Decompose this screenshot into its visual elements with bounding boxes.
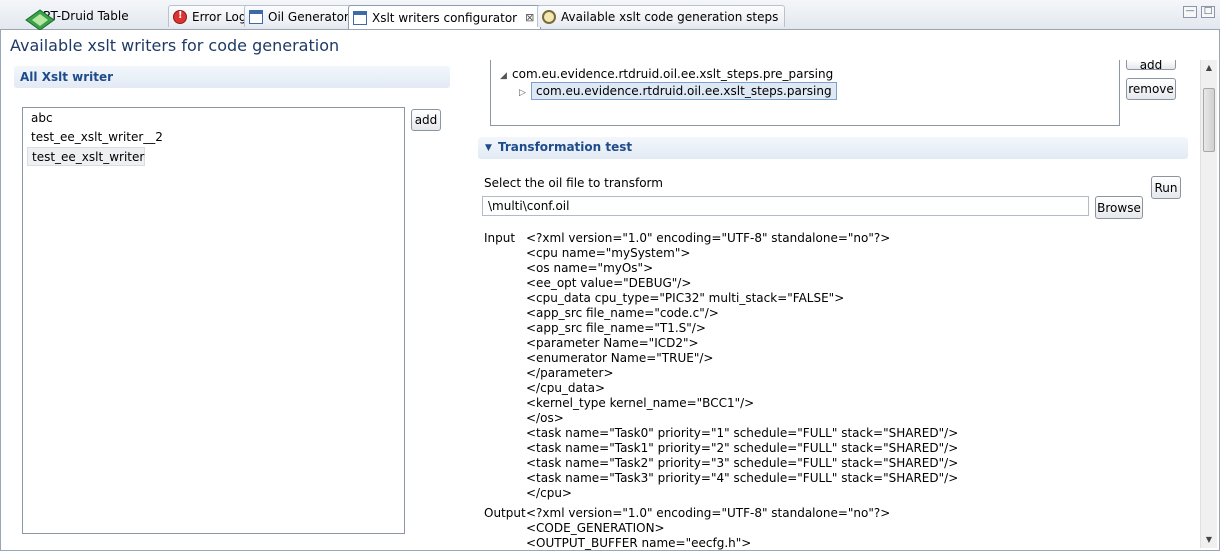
all-xslt-writer-header: All Xslt writer — [14, 66, 450, 88]
collapsed-arrow-icon[interactable]: ▷ — [519, 88, 531, 98]
code-line: <task name="Task0" priority="1" schedule… — [526, 426, 959, 440]
run-button[interactable]: Run — [1151, 176, 1181, 199]
tab-rt-druid-table[interactable]: RT-Druid Table — [20, 5, 135, 31]
code-line: <app_src file_name="T1.S"/> — [526, 321, 706, 335]
output-label: Output — [484, 506, 526, 520]
code-line: <task name="Task1" priority="2" schedule… — [526, 441, 959, 455]
code-line: <cpu name="mySystem"> — [526, 246, 691, 260]
vertical-scrollbar[interactable]: ▲ ▼ — [1200, 60, 1217, 548]
window-icon — [353, 10, 367, 25]
page-title: Available xslt writers for code generati… — [10, 36, 340, 55]
tab-label: Error Log — [192, 9, 247, 24]
scroll-thumb[interactable] — [1203, 88, 1215, 152]
tab-oil-generators[interactable]: Oil Generators — [244, 5, 363, 27]
code-line: <CODE_GENERATION> — [526, 521, 665, 535]
code-line: </cpu_data> — [526, 381, 606, 395]
tab-error-log[interactable]: Error Log — [168, 5, 254, 27]
add-step-button[interactable]: add — [1126, 60, 1176, 70]
tree-item[interactable]: ◢ com.eu.evidence.rtdruid.oil.ee.xslt_ste… — [500, 67, 833, 81]
tab-label: Available xslt code generation steps — [561, 9, 779, 24]
list-item[interactable]: abc — [27, 109, 57, 128]
code-line: <task name="Task2" priority="3" schedule… — [526, 456, 959, 470]
error-log-icon — [173, 9, 187, 24]
output-xml: <?xml version="1.0" encoding="UTF-8" sta… — [526, 506, 890, 551]
close-tab-icon[interactable]: ⊠ — [525, 11, 534, 24]
tab-available-xslt-steps[interactable]: Available xslt code generation steps — [537, 5, 786, 27]
input-label: Input — [484, 231, 516, 245]
input-xml: <?xml version="1.0" encoding="UTF-8" sta… — [526, 231, 958, 501]
code-line: </parameter> — [526, 366, 614, 380]
code-line: <task name="Task3" priority="4" schedule… — [526, 471, 959, 485]
remove-step-button[interactable]: remove — [1126, 78, 1176, 100]
maximize-icon: □ — [1203, 6, 1213, 16]
scroll-down-arrow-icon[interactable]: ▼ — [1201, 532, 1217, 548]
code-line: </cpu> — [526, 486, 572, 500]
minimize-button[interactable]: — — [1183, 6, 1197, 18]
expanded-arrow-icon[interactable]: ◢ — [500, 71, 512, 81]
code-line: <kernel_type kernel_name="BCC1"/> — [526, 396, 755, 410]
code-line: <parameter Name="ICD2"> — [526, 336, 699, 350]
tab-xslt-writers-configurator[interactable]: Xslt writers configurator ⊠ — [348, 5, 542, 29]
rtdruid-diamond-icon — [24, 9, 55, 31]
code-line: <OUTPUT_BUFFER name="eecfg.h"> — [526, 536, 752, 550]
code-line: <app_src file_name="code.c"/> — [526, 306, 719, 320]
code-line: <os name="myOs"> — [526, 261, 654, 275]
gear-icon — [542, 9, 556, 24]
browse-button[interactable]: Browse — [1095, 196, 1143, 219]
oil-file-input[interactable] — [482, 196, 1089, 216]
maximize-button[interactable]: □ — [1201, 6, 1215, 18]
code-line: </os> — [526, 411, 564, 425]
xslt-writer-list[interactable]: abc test_ee_xslt_writer__2 test_ee_xslt_… — [22, 107, 405, 534]
section-title: Transformation test — [498, 140, 633, 154]
list-item[interactable]: test_ee_xslt_writer__2 — [27, 128, 167, 147]
tree-item-label: com.eu.evidence.rtdruid.oil.ee.xslt_step… — [512, 67, 834, 81]
list-item-selected[interactable]: test_ee_xslt_writer — [27, 147, 145, 166]
code-line: <?xml version="1.0" encoding="UTF-8" sta… — [526, 506, 891, 520]
tab-label: Xslt writers configurator — [372, 10, 518, 25]
code-line: <cpu_data cpu_type="PIC32" multi_stack="… — [526, 291, 845, 305]
code-line: <enumerator Name="TRUE"/> — [526, 351, 714, 365]
tree-item-selected[interactable]: ▷ com.eu.evidence.rtdruid.oil.ee.xslt_ste… — [519, 82, 837, 100]
editor-tab-bar: RT-Druid Table Error Log Oil Generators … — [0, 0, 1220, 31]
xslt-steps-tree[interactable]: ◢ com.eu.evidence.rtdruid.oil.ee.xslt_ste… — [490, 60, 1120, 126]
minimize-icon: — — [1185, 6, 1195, 16]
scroll-up-arrow-icon[interactable]: ▲ — [1201, 60, 1217, 76]
select-oil-label: Select the oil file to transform — [484, 176, 663, 190]
transformation-test-header[interactable]: ▼ Transformation test — [478, 137, 1188, 159]
tree-item-label: com.eu.evidence.rtdruid.oil.ee.xslt_step… — [531, 82, 837, 100]
tab-label: Oil Generators — [268, 9, 356, 24]
window-icon — [249, 9, 263, 24]
collapse-twisty-icon[interactable]: ▼ — [485, 138, 492, 158]
code-line: <ee_opt value="DEBUG"/> — [526, 276, 692, 290]
add-writer-button[interactable]: add — [411, 109, 441, 131]
code-line: <?xml version="1.0" encoding="UTF-8" sta… — [526, 231, 891, 245]
